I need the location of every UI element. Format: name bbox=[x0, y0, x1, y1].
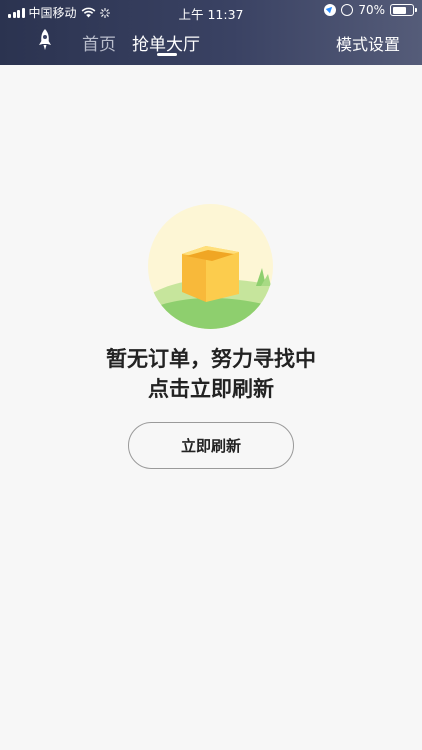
tab-order-hall[interactable]: 抢单大厅 bbox=[132, 30, 200, 55]
mode-settings-button[interactable]: 模式设置 bbox=[336, 31, 400, 55]
battery-percent: 70% bbox=[358, 3, 385, 17]
battery-icon bbox=[390, 4, 417, 16]
empty-box-illustration bbox=[148, 204, 273, 329]
tab-home[interactable]: 首页 bbox=[82, 30, 116, 55]
top-header: 中国移动 上午 11:37 70% 首页 抢单大厅 模式设置 bbox=[0, 0, 422, 65]
status-bar: 中国移动 上午 11:37 70% bbox=[0, 0, 422, 22]
rocket-icon[interactable] bbox=[36, 28, 54, 52]
location-icon bbox=[324, 4, 337, 16]
empty-message-title: 暂无订单，努力寻找中 bbox=[106, 347, 316, 371]
orientation-lock-icon bbox=[341, 4, 354, 16]
empty-message-subtitle: 点击立即刷新 bbox=[148, 377, 274, 401]
active-tab-indicator bbox=[157, 53, 177, 56]
status-right: 70% bbox=[324, 3, 417, 17]
refresh-button[interactable]: 立即刷新 bbox=[128, 422, 294, 469]
